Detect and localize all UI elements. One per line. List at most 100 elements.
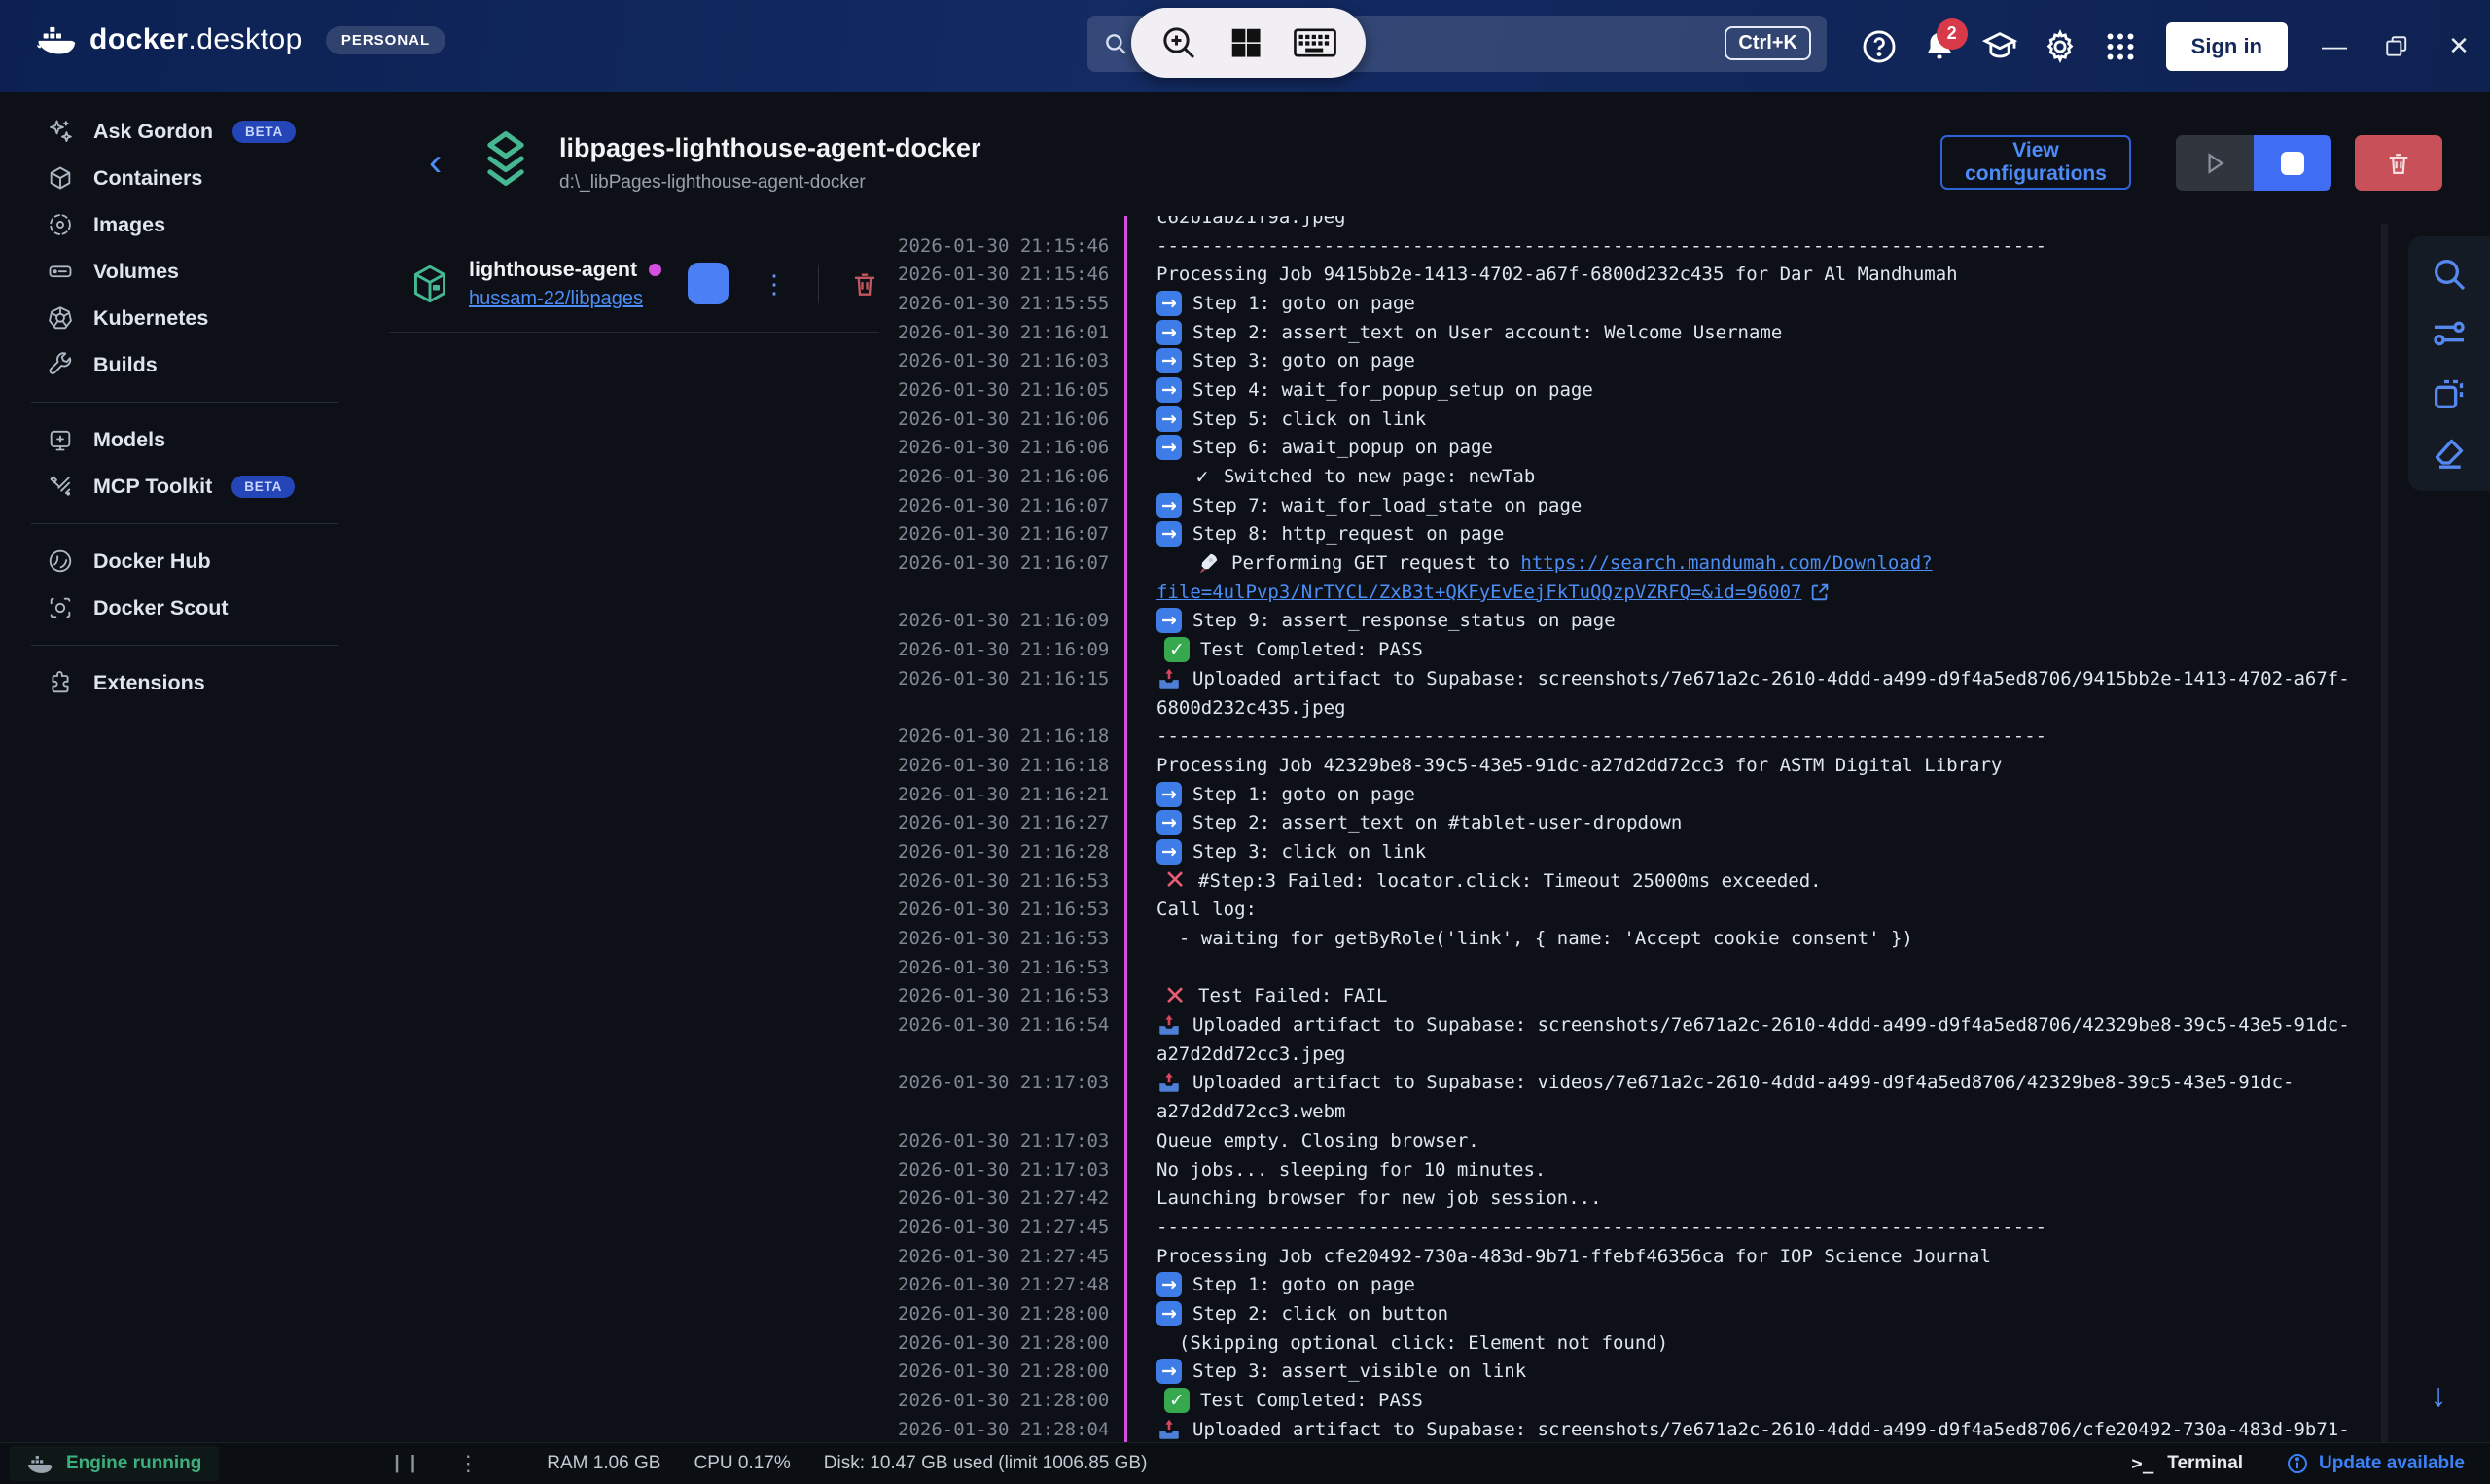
stop-button[interactable]: [2254, 135, 2331, 191]
upload-icon: [1156, 1070, 1182, 1095]
back-button[interactable]: ‹: [429, 143, 442, 182]
log-text: Step 3: goto on page: [1192, 350, 1415, 371]
sidebar-item-images[interactable]: Images: [0, 201, 369, 248]
log-text: Uploaded artifact to Supabase: screensho…: [1192, 1014, 2350, 1036]
step-arrow-icon: →: [1156, 810, 1182, 835]
engine-status[interactable]: Engine running: [10, 1446, 219, 1481]
container-stop-button[interactable]: [688, 263, 729, 304]
log-line: 2026-01-30 21:15:46---------------------…: [889, 231, 2461, 261]
log-timestamp: 2026-01-30 21:28:04: [889, 1419, 1124, 1440]
container-menu-button[interactable]: ⋮: [762, 277, 787, 291]
log-timestamp: 2026-01-30 21:16:27: [889, 812, 1124, 833]
step-arrow-icon: →: [1156, 608, 1182, 633]
magnifier-overlay-toolbar[interactable]: [1131, 8, 1366, 78]
delete-compose-button[interactable]: [2355, 135, 2442, 191]
log-line: 2026-01-30 21:16:27→Step 2: assert_text …: [889, 808, 2461, 837]
sidebar-item-kubernetes[interactable]: Kubernetes: [0, 295, 369, 341]
log-timestamp: 2026-01-30 21:15:55: [889, 293, 1124, 314]
log-timestamp: 2026-01-30 21:16:53: [889, 870, 1124, 892]
log-timestamp: 2026-01-30 21:17:03: [889, 1130, 1124, 1151]
update-available-button[interactable]: Update available: [2286, 1452, 2465, 1475]
sidebar-item-builds[interactable]: Builds: [0, 341, 369, 388]
log-line: 2026-01-30 21:15:46Processing Job 9415bb…: [889, 260, 2461, 289]
disk-usage: Disk: 10.47 GB used (limit 1006.85 GB): [824, 1453, 1148, 1474]
log-text: Step 3: click on link: [1192, 841, 1426, 863]
log-timestamp: 2026-01-30 21:16:07: [889, 552, 1124, 574]
sidebar-item-volumes[interactable]: Volumes: [0, 248, 369, 295]
log-text: Uploaded artifact to Supabase: videos/7e…: [1192, 1072, 2294, 1093]
log-text: Step 1: goto on page: [1192, 784, 1415, 805]
log-line: 2026-01-30 21:16:06→Step 5: click on lin…: [889, 405, 2461, 434]
settings-gear-button[interactable]: [2030, 17, 2090, 77]
help-button[interactable]: [1849, 17, 1909, 77]
log-link[interactable]: file=4ulPvp3/NrTYCL/ZxB3t+QKFyEvEejFkTuQ…: [1156, 582, 1801, 603]
container-row[interactable]: lighthouse-agent hussam-22/libpages ⋮: [389, 235, 879, 333]
log-search-icon[interactable]: [2428, 253, 2471, 296]
log-lines[interactable]: c62b1ab21f9a.jpeg2026-01-30 21:15:46----…: [889, 216, 2461, 1442]
step-arrow-icon: →: [1156, 1359, 1182, 1384]
sign-in-button[interactable]: Sign in: [2166, 22, 2288, 71]
learning-center-button[interactable]: [1970, 17, 2030, 77]
log-timestamp: 2026-01-30 21:27:45: [889, 1246, 1124, 1267]
terminal-button[interactable]: >_ Terminal: [2131, 1453, 2243, 1474]
engine-menu-button[interactable]: ⋮: [457, 1459, 479, 1468]
log-line: 2026-01-30 21:16:01→Step 2: assert_text …: [889, 318, 2461, 347]
window-minimize-button[interactable]: —: [2303, 0, 2366, 92]
sidebar-item-label: Builds: [93, 353, 158, 377]
log-link[interactable]: https://search.mandumah.com/Download?: [1520, 552, 1932, 574]
log-line: 2026-01-30 21:15:55→Step 1: goto on page: [889, 289, 2461, 318]
log-timestamp: 2026-01-30 21:16:18: [889, 755, 1124, 776]
log-text: Step 3: assert_visible on link: [1192, 1360, 1526, 1382]
scroll-to-bottom-button[interactable]: ↓: [2417, 1374, 2460, 1417]
log-line: 2026-01-30 21:16:21→Step 1: goto on page: [889, 780, 2461, 809]
grid-icon[interactable]: [1227, 24, 1264, 61]
log-scrollbar[interactable]: [2381, 224, 2388, 1442]
log-copy-icon[interactable]: [2428, 372, 2471, 415]
apps-grid-button[interactable]: [2090, 17, 2151, 77]
log-timestamp: 2026-01-30 21:16:54: [889, 1014, 1124, 1036]
notifications-button[interactable]: 2: [1909, 17, 1970, 77]
external-link-icon[interactable]: [1809, 582, 1831, 603]
window-restore-button[interactable]: [2366, 0, 2428, 92]
log-filter-icon[interactable]: [2428, 312, 2471, 355]
log-line: file=4ulPvp3/NrTYCL/ZxB3t+QKFyEvEejFkTuQ…: [889, 578, 2461, 607]
log-text: Call log:: [1156, 899, 1257, 920]
log-text: Step 1: goto on page: [1192, 1274, 1415, 1295]
log-text: ----------------------------------------…: [1156, 725, 2046, 747]
sidebar-item-mcp-toolkit[interactable]: MCP ToolkitBETA: [0, 463, 369, 510]
log-timestamp: 2026-01-30 21:16:53: [889, 899, 1124, 920]
log-line: 2026-01-30 21:16:07→Step 8: http_request…: [889, 520, 2461, 549]
sidebar-item-extensions[interactable]: Extensions: [0, 659, 369, 706]
container-image-link[interactable]: hussam-22/libpages: [469, 288, 678, 310]
sidebar-item-docker-hub[interactable]: Docker Hub: [0, 538, 369, 584]
step-arrow-icon: →: [1156, 521, 1182, 547]
sidebar-item-docker-scout[interactable]: Docker Scout: [0, 584, 369, 631]
log-line: 6800d232c435.jpeg: [889, 693, 2461, 723]
log-timestamp: 2026-01-30 21:16:18: [889, 725, 1124, 747]
step-arrow-icon: →: [1156, 1272, 1182, 1297]
keyboard-icon[interactable]: [1293, 23, 1337, 62]
log-text: Step 8: http_request on page: [1192, 523, 1504, 545]
log-clear-icon[interactable]: [2428, 432, 2471, 475]
pause-engine-button[interactable]: | |: [394, 1453, 418, 1474]
cube-icon: [47, 164, 74, 192]
run-stop-segment: [2176, 135, 2331, 191]
sidebar-item-ask-gordon[interactable]: Ask GordonBETA: [0, 108, 369, 155]
log-timestamp: 2026-01-30 21:28:00: [889, 1303, 1124, 1325]
log-line: 2026-01-30 21:16:54 Uploaded artifact to …: [889, 1010, 2461, 1040]
log-line: 2026-01-30 21:16:18Processing Job 42329b…: [889, 751, 2461, 780]
log-text: Test Completed: PASS: [1200, 1390, 1423, 1411]
window-close-button[interactable]: ✕: [2428, 0, 2490, 92]
container-delete-button[interactable]: [850, 268, 879, 300]
title-bar: docker.desktop PERSONAL Ctrl+K: [0, 0, 2490, 92]
cpu-usage: CPU 0.17%: [694, 1453, 790, 1474]
view-configurations-button[interactable]: View configurations: [1940, 135, 2131, 190]
start-button[interactable]: [2176, 135, 2254, 191]
sidebar-item-models[interactable]: Models: [0, 416, 369, 463]
log-timestamp: 2026-01-30 21:16:09: [889, 639, 1124, 660]
sidebar-item-containers[interactable]: Containers: [0, 155, 369, 201]
zoom-in-icon[interactable]: [1159, 23, 1198, 62]
log-text: Processing Job 9415bb2e-1413-4702-a67f-6…: [1156, 264, 1958, 285]
scout-scan-icon: [47, 594, 74, 621]
container-cube-icon: [410, 264, 449, 304]
